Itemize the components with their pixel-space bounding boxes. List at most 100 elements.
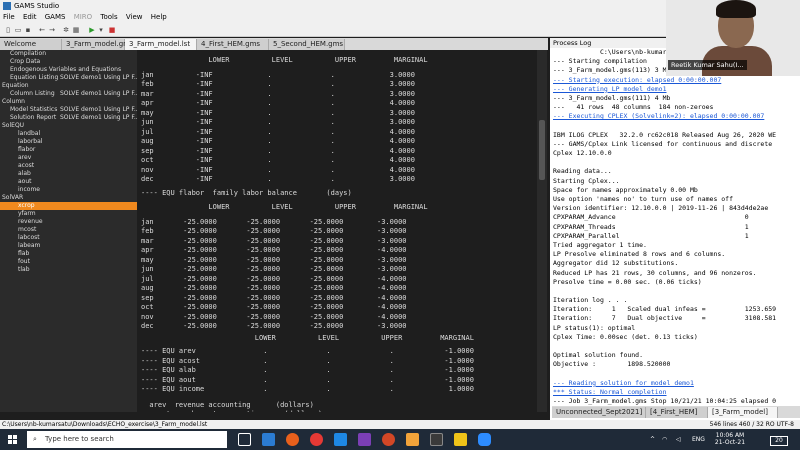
run-dropdown-icon[interactable]: ▾: [97, 26, 105, 34]
listing-row: arev revenue accounting (dollars): [141, 400, 314, 409]
tree-item[interactable]: income: [0, 186, 137, 194]
listing-row: jun -25.0000 -25.0000 -25.0000 -3.0000: [141, 265, 407, 273]
log-line: Presolve time = 0.00 sec. (0.06 ticks): [553, 277, 702, 286]
menu-help[interactable]: Help: [148, 12, 170, 23]
forward-arrow-icon[interactable]: →: [48, 26, 56, 34]
clock[interactable]: 10:06 AM 21-Oct-21: [712, 432, 748, 446]
word-icon[interactable]: [334, 433, 347, 446]
network-icon[interactable]: ◠: [662, 436, 667, 443]
tree-item[interactable]: SolEQU: [0, 122, 137, 130]
new-file-icon[interactable]: ▯: [4, 26, 12, 34]
log-line: IBM ILOG CPLEX 32.2.0 rc62c018 Released …: [553, 130, 777, 139]
chrome-icon[interactable]: [310, 433, 323, 446]
tree-item[interactable]: mcost: [0, 226, 137, 234]
tree-item[interactable]: flabor: [0, 146, 137, 154]
scrollbar-thumb[interactable]: [539, 120, 545, 180]
tree-item[interactable]: laborbal: [0, 138, 137, 146]
tree-item[interactable]: Endogenous Variables and Equations: [0, 66, 137, 74]
tree-item-label: Compilation: [10, 50, 47, 57]
powerpoint-icon[interactable]: [382, 433, 395, 446]
run-icon[interactable]: ▶: [88, 26, 96, 34]
log-line: CPXPARAM_Advance 0: [553, 213, 749, 222]
back-arrow-icon[interactable]: ←: [38, 26, 46, 34]
log-tab-farm-model[interactable]: [3_Farm_model]: [708, 407, 778, 418]
log-link[interactable]: --- Starting execution: elapsed 0:00:00.…: [553, 76, 798, 85]
terminal-icon[interactable]: [430, 433, 443, 446]
log-link[interactable]: --- Generating LP model demo1: [553, 85, 798, 94]
notifications-icon[interactable]: 20: [770, 436, 788, 446]
tree-item[interactable]: acost: [0, 162, 137, 170]
onenote-icon[interactable]: [358, 433, 371, 446]
tree-item-label: SolEQU: [2, 122, 25, 129]
tree-item-label: acost: [18, 162, 35, 169]
tree-item[interactable]: arev: [0, 154, 137, 162]
tree-item[interactable]: Compilation: [0, 50, 137, 58]
volume-icon[interactable]: ◁: [676, 436, 681, 443]
tree-item[interactable]: Equation Listing SOLVE demo1 Using LP F..…: [0, 74, 137, 82]
log-tab-unconnected[interactable]: Unconnected_Sept2021]: [552, 407, 646, 418]
taskbar-search-input[interactable]: ⌕ Type here to search: [27, 431, 227, 448]
log-tab-first-hem[interactable]: [4_First_HEM]: [646, 407, 708, 418]
tree-item-label: Solution Report: [10, 114, 57, 121]
tab-farm-model-lst[interactable]: 3_Farm_model.lst ×: [125, 39, 197, 59]
tree-item[interactable]: Column: [0, 98, 137, 106]
task-view-icon[interactable]: [238, 433, 251, 446]
open-folder-icon[interactable]: ▭: [14, 26, 22, 34]
tree-item[interactable]: Crop Data: [0, 58, 137, 66]
tree-item-label: tlab: [18, 266, 30, 273]
stop-icon[interactable]: ■: [108, 26, 116, 34]
tree-item[interactable]: SolVAR: [0, 194, 137, 202]
tree-item-label: Model Statistics: [10, 106, 58, 113]
tree-item[interactable]: Equation: [0, 82, 137, 90]
tab-label: Unconnected_Sept2021]: [556, 408, 643, 416]
tree-item[interactable]: yfarm: [0, 210, 137, 218]
tree-item[interactable]: revenue: [0, 218, 137, 226]
settings-icon[interactable]: ✲: [62, 26, 70, 34]
menu-miro[interactable]: MIRO: [71, 12, 95, 23]
tree-item[interactable]: tlab: [0, 266, 137, 274]
log-link[interactable]: --- Executing CPLEX (Solvelink=2): elaps…: [553, 112, 798, 121]
menu-tools[interactable]: Tools: [97, 12, 120, 23]
listing-row: ---- EQU aout . . . -1.0000: [141, 375, 474, 384]
windows-start-icon[interactable]: [8, 435, 18, 445]
tree-item[interactable]: labcost: [0, 234, 137, 242]
listing-editor[interactable]: LOWER LEVEL UPPER MARGINAL jan -INF . . 3…: [137, 50, 537, 412]
tree-item[interactable]: alab: [0, 170, 137, 178]
menu-file[interactable]: File: [0, 12, 18, 23]
tab-second-hem[interactable]: 5_Second_HEM.gms: [269, 39, 345, 50]
save-icon[interactable]: ▪: [24, 26, 32, 34]
file-explorer-icon[interactable]: [454, 433, 467, 446]
language-indicator[interactable]: ENG: [692, 436, 705, 443]
gams-studio-taskbar-icon[interactable]: [406, 433, 419, 446]
tab-farm-model-gms[interactable]: 3_Farm_model.gms: [62, 39, 134, 50]
log-link[interactable]: *** Status: Normal completion: [553, 388, 798, 397]
tree-item-label: revenue: [18, 218, 43, 225]
tree-item[interactable]: flab: [0, 250, 137, 258]
firefox-icon[interactable]: [286, 433, 299, 446]
log-line: Objective : 1898.520000: [553, 360, 671, 369]
tree-item[interactable]: aout: [0, 178, 137, 186]
menu-gams[interactable]: GAMS: [42, 12, 69, 23]
listing-tree: Compilation Crop Data Endogenous Variables…: [0, 50, 137, 412]
listing-row: dec -25.0000 -25.0000 -25.0000 -3.0000: [141, 322, 407, 330]
tree-item[interactable]: labeam: [0, 242, 137, 250]
tab-welcome[interactable]: Welcome: [0, 39, 62, 50]
tree-item-label: Crop Data: [10, 58, 41, 65]
tray-chevron-icon[interactable]: ^: [650, 436, 655, 443]
tree-item[interactable]: Solution Report SOLVE demo1 Using LP F...: [0, 114, 137, 122]
tree-item[interactable]: Column Listing SOLVE demo1 Using LP F...: [0, 90, 137, 98]
project-icon[interactable]: ▦: [72, 26, 80, 34]
log-link[interactable]: --- Reading solution for model demo1: [553, 379, 798, 388]
tree-item[interactable]: xcrop: [0, 202, 137, 210]
column-header: LOWER LEVEL UPPER MARGINAL: [141, 203, 428, 211]
tree-item[interactable]: landbal: [0, 130, 137, 138]
tab-first-hem[interactable]: 4_First_HEM.gms: [197, 39, 269, 50]
tree-item-label: labeam: [18, 242, 41, 249]
tree-item[interactable]: Model Statistics SOLVE demo1 Using LP F..…: [0, 106, 137, 114]
menu-view[interactable]: View: [123, 12, 146, 23]
outlook-icon[interactable]: [262, 433, 275, 446]
zoom-icon[interactable]: [478, 433, 491, 446]
editor-scrollbar[interactable]: [537, 50, 547, 412]
menu-edit[interactable]: Edit: [20, 12, 40, 23]
tree-item[interactable]: fout: [0, 258, 137, 266]
